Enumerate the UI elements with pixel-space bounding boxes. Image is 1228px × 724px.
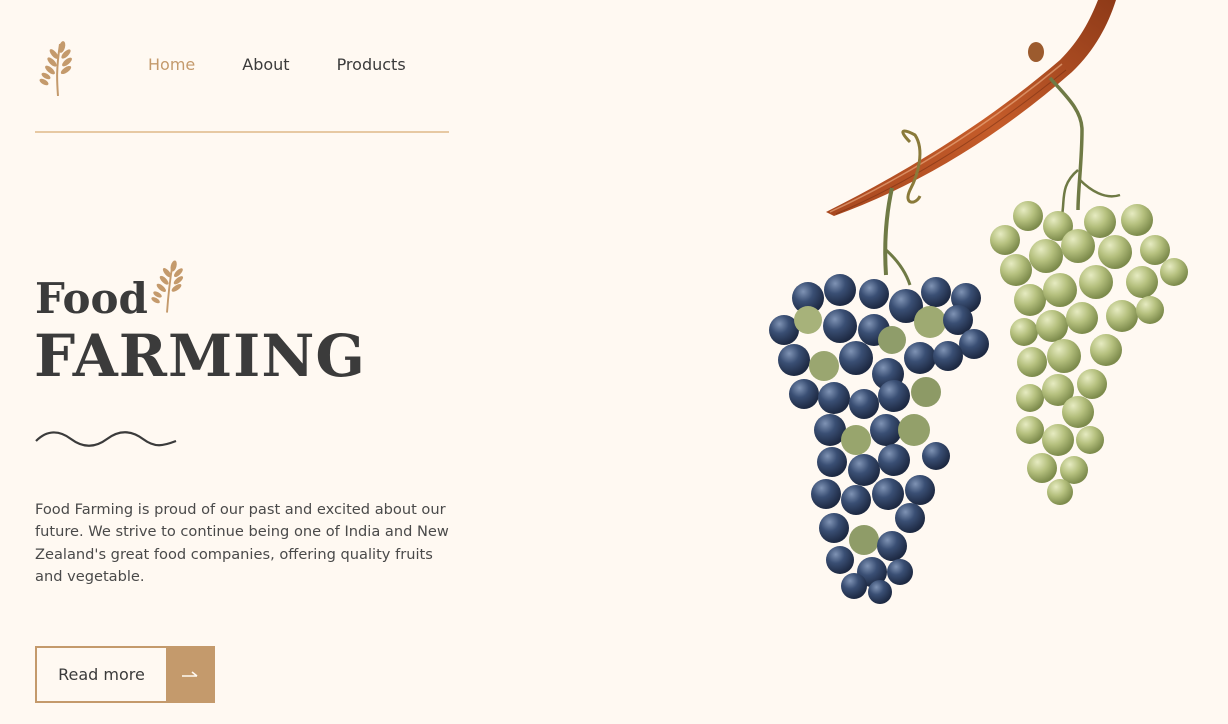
main-nav: Home About Products	[148, 54, 453, 76]
header-divider	[35, 131, 449, 133]
nav-products-link[interactable]: Products	[337, 54, 406, 76]
arrow-right-icon[interactable]	[166, 648, 213, 701]
nav-about-link[interactable]: About	[242, 54, 289, 76]
wave-divider	[35, 431, 177, 447]
nav-home-link[interactable]: Home	[148, 54, 195, 76]
read-more-label: Read more	[58, 665, 145, 684]
grapes-illustration	[769, 0, 1188, 604]
wheat-logo-icon[interactable]	[36, 38, 76, 96]
hero-title-line2: FARMING	[34, 322, 366, 390]
hero-description: Food Farming is proud of our past and ex…	[35, 501, 449, 585]
hero-title-line1: Food	[35, 274, 148, 323]
read-more-button[interactable]: Read more	[35, 646, 215, 703]
wheat-decoration-icon	[151, 260, 184, 313]
